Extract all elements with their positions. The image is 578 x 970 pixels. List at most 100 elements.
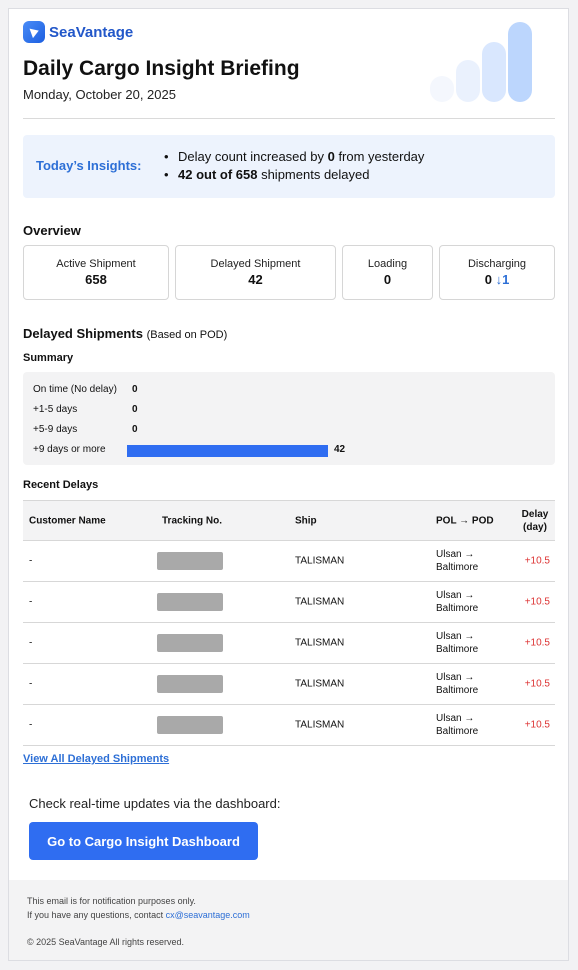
stat-delta: ↓1 <box>495 272 510 287</box>
cell-ship: TALISMAN <box>295 555 345 567</box>
stat-value: 0 ↓1 <box>440 272 554 287</box>
divider <box>23 118 555 119</box>
cell-route: Ulsan → Baltimore <box>436 631 479 655</box>
page-title: Daily Cargo Insight Briefing <box>23 57 300 80</box>
col-tracking: Tracking No. <box>162 515 223 526</box>
stat-label: Loading <box>367 258 408 270</box>
insights-list: Delay count increased by 0 from yesterda… <box>164 148 425 184</box>
stat-value: 42 <box>248 272 263 287</box>
stat-label: Active Shipment <box>56 258 136 270</box>
cell-ship: TALISMAN <box>295 678 345 690</box>
redacted-block <box>157 593 223 611</box>
stat-card-delayed: Delayed Shipment 42 <box>175 245 336 300</box>
col-customer: Customer Name <box>29 515 106 526</box>
table-row[interactable]: - TALISMAN Ulsan → Baltimore +10.5 <box>23 623 555 664</box>
cell-delay: +10.5 <box>524 678 550 690</box>
summary-row: +1-5 days 0 <box>33 404 545 418</box>
stat-value: 658 <box>85 272 107 287</box>
cell-ship: TALISMAN <box>295 596 345 608</box>
footer: This email is for notification purposes … <box>9 880 568 960</box>
insight-item: Delay count increased by 0 from yesterda… <box>164 148 425 166</box>
stat-card-loading: Loading 0 <box>342 245 433 300</box>
cta-text: Check real-time updates via the dashboar… <box>29 796 281 811</box>
view-all-link[interactable]: View All Delayed Shipments <box>23 753 555 765</box>
delayed-title: Delayed Shipments <box>23 326 143 341</box>
stat-card-active: Active Shipment 658 <box>23 245 169 300</box>
briefing-date: Monday, October 20, 2025 <box>23 87 176 102</box>
summary-bar <box>127 445 328 457</box>
insights-label: Today’s Insights: <box>36 158 142 173</box>
col-delay: Delay (day) <box>521 508 549 533</box>
overview-heading: Overview <box>23 223 81 238</box>
cell-ship: TALISMAN <box>295 719 345 731</box>
summary-label: +1-5 days <box>33 404 78 415</box>
insight-value: 0 <box>327 149 335 164</box>
insight-text: Delay count increased by <box>178 149 328 164</box>
stat-label: Discharging <box>467 258 527 270</box>
insight-value: 42 out of 658 <box>178 167 258 182</box>
dashboard-button[interactable]: Go to Cargo Insight Dashboard <box>29 822 258 860</box>
cell-route: Ulsan → Baltimore <box>436 549 479 573</box>
delayed-heading: Delayed Shipments (Based on POD) <box>23 326 555 341</box>
redacted-block <box>157 634 223 652</box>
table-row[interactable]: - TALISMAN Ulsan → Baltimore +10.5 <box>23 705 555 746</box>
footer-line: If you have any questions, contact cx@se… <box>27 908 250 922</box>
cell-delay: +10.5 <box>524 596 550 608</box>
cell-delay: +10.5 <box>524 637 550 649</box>
cell-customer: - <box>29 637 33 649</box>
cell-customer: - <box>29 555 33 567</box>
stat-card-discharging: Discharging 0 ↓1 <box>439 245 555 300</box>
cell-route: Ulsan → Baltimore <box>436 672 479 696</box>
cell-route: Ulsan → Baltimore <box>436 713 479 737</box>
delayed-subtitle: (Based on POD) <box>146 329 228 341</box>
cell-tracking-redacted <box>157 716 223 734</box>
footer-contact-text: If you have any questions, contact <box>27 910 166 920</box>
cell-tracking-redacted <box>157 593 223 611</box>
summary-chart: On time (No delay) 0 +1-5 days 0 +5-9 days 0 +… <box>23 372 555 465</box>
cell-tracking-redacted <box>157 634 223 652</box>
insight-text: shipments delayed <box>257 167 370 182</box>
col-route: POL → POD <box>436 515 494 526</box>
summary-value: 0 <box>132 404 138 415</box>
col-ship: Ship <box>295 515 317 526</box>
table-row[interactable]: - TALISMAN Ulsan → Baltimore +10.5 <box>23 582 555 623</box>
cell-tracking-redacted <box>157 675 223 693</box>
summary-value: 0 <box>132 424 138 435</box>
cell-ship: TALISMAN <box>295 637 345 649</box>
redacted-block <box>157 552 223 570</box>
cell-route: Ulsan → Baltimore <box>436 590 479 614</box>
recent-delays-table: Customer Name Tracking No. Ship POL → PO… <box>23 500 555 746</box>
table-row[interactable]: - TALISMAN Ulsan → Baltimore +10.5 <box>23 664 555 705</box>
logo-icon <box>23 21 45 43</box>
stat-label: Delayed Shipment <box>210 258 301 270</box>
cell-customer: - <box>29 596 33 608</box>
stat-value: 0 <box>383 272 392 287</box>
cell-tracking-redacted <box>157 552 223 570</box>
redacted-block <box>157 716 223 734</box>
table-row[interactable]: - TALISMAN Ulsan → Baltimore +10.5 <box>23 541 555 582</box>
brand-name: SeaVantage <box>49 23 134 41</box>
email-card: SeaVantage Daily Cargo Insight Briefing … <box>8 8 569 961</box>
footer-line: This email is for notification purposes … <box>27 896 196 906</box>
summary-label: +5-9 days <box>33 424 78 435</box>
summary-label: On time (No delay) <box>33 384 117 395</box>
recent-heading: Recent Delays <box>23 479 99 491</box>
summary-row: On time (No delay) 0 <box>33 384 545 398</box>
table-header: Customer Name Tracking No. Ship POL → PO… <box>23 501 555 541</box>
copyright: © 2025 SeaVantage All rights reserved. <box>27 937 185 947</box>
summary-value: 0 <box>132 384 138 395</box>
redacted-block <box>157 675 223 693</box>
insights-box: Today’s Insights: Delay count increased … <box>23 135 555 198</box>
insight-text: from yesterday <box>334 149 425 164</box>
summary-value: 42 <box>334 444 346 455</box>
stat-value-number: 0 <box>484 272 492 287</box>
cell-customer: - <box>29 719 33 731</box>
contact-email-link[interactable]: cx@seavantage.com <box>166 910 250 920</box>
insight-item: 42 out of 658 shipments delayed <box>164 166 424 184</box>
footer-notice: This email is for notification purposes … <box>27 894 250 922</box>
overview-cards: Active Shipment 658 Delayed Shipment 42 … <box>23 245 555 301</box>
cell-customer: - <box>29 678 33 690</box>
summary-heading: Summary <box>23 352 74 364</box>
cell-delay: +10.5 <box>524 719 550 731</box>
cell-delay: +10.5 <box>524 555 550 567</box>
